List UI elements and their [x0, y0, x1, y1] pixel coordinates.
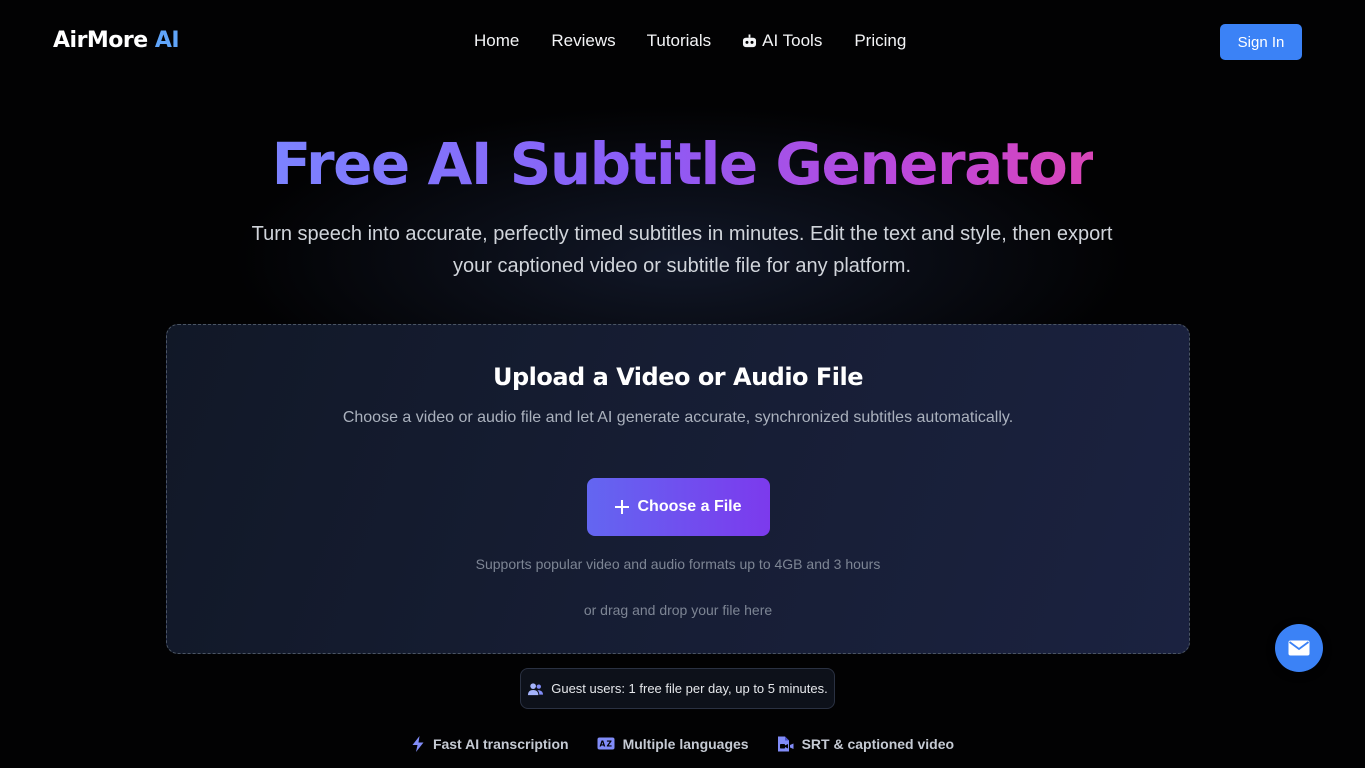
feature-multiple-languages: A Z Multiple languages [597, 736, 749, 752]
logo-text: AirMore [53, 28, 148, 53]
feature-list: Fast AI transcription A Z Multiple langu… [0, 736, 1365, 752]
feature-srt-captioned-video: SRT & captioned video [777, 736, 954, 752]
nav-reviews[interactable]: Reviews [551, 30, 615, 52]
upload-description: Choose a video or audio file and let AI … [342, 409, 1014, 426]
upload-title: Upload a Video or Audio File [492, 363, 864, 391]
users-icon [528, 682, 544, 695]
nav-tutorials[interactable]: Tutorials [647, 30, 712, 52]
nav-home[interactable]: Home [474, 30, 519, 52]
sign-in-button[interactable]: Sign In [1220, 24, 1302, 60]
hero-subtitle: Turn speech into accurate, perfectly tim… [251, 223, 1113, 277]
upload-formats-note: Supports popular video and audio formats… [475, 556, 881, 572]
file-video-icon [777, 736, 794, 752]
logo-accent: AI [154, 28, 180, 53]
feature-label: Fast AI transcription [432, 736, 569, 752]
nav-pricing[interactable]: Pricing [854, 30, 906, 52]
nav-ai-tools[interactable]: AI Tools [742, 30, 822, 52]
upload-drag-note: or drag and drop your file here [583, 602, 773, 618]
lightning-icon [412, 736, 424, 752]
svg-text:A: A [599, 740, 605, 749]
page-title-text: Free AI Subtitle Generator [271, 130, 1095, 198]
mail-icon [1288, 640, 1310, 656]
upload-dropzone[interactable]: Upload a Video or Audio File Choose a vi… [166, 324, 1190, 654]
plus-icon [615, 500, 630, 514]
site-logo[interactable]: AirMore AI [53, 27, 180, 55]
guest-limit-text: Guest users: 1 free file per day, up to … [551, 681, 828, 696]
language-icon: A Z [597, 737, 615, 750]
robot-icon [743, 34, 757, 48]
site-header: AirMore AI Home Reviews Tutorials AI Too… [0, 0, 1365, 84]
feature-label: SRT & captioned video [801, 736, 955, 752]
feature-fast-transcription: Fast AI transcription [411, 736, 569, 752]
feature-label: Multiple languages [622, 736, 749, 752]
page-title: Free AI Subtitle Generator [0, 128, 1365, 200]
contact-mail-button[interactable] [1275, 624, 1323, 672]
guest-limit-note: Guest users: 1 free file per day, up to … [520, 668, 835, 709]
main-nav: Home Reviews Tutorials AI Tools Pricing [474, 30, 906, 52]
choose-file-label: Choose a File [637, 498, 742, 515]
choose-file-button[interactable]: Choose a File [587, 478, 770, 536]
nav-ai-tools-label: AI Tools [762, 31, 823, 50]
svg-text:Z: Z [606, 740, 612, 749]
